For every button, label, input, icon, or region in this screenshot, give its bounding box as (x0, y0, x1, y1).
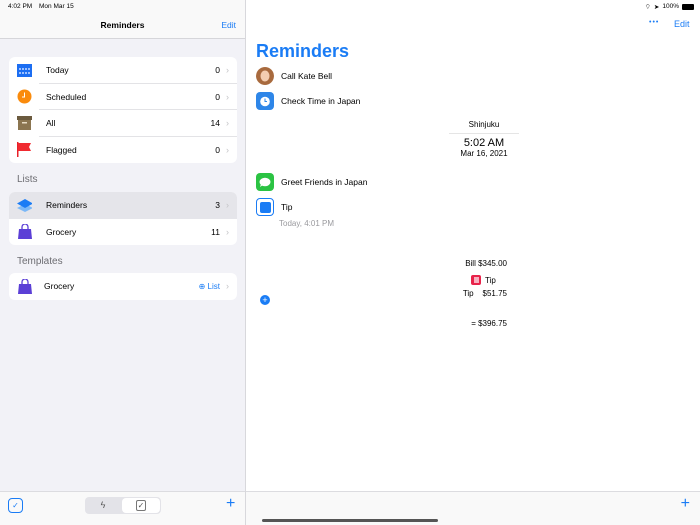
archive-box-icon (17, 116, 32, 131)
reminder-item[interactable]: Call Kate Bell (256, 67, 332, 85)
layers-icon (17, 198, 32, 213)
reminder-title: Greet Friends in Japan (281, 177, 368, 187)
messages-icon (256, 173, 274, 191)
status-indicators: ⌔ ➤ 100% (645, 2, 694, 11)
lists-section-header: Lists (17, 174, 38, 185)
lightning-icon: ϟ (100, 500, 106, 510)
smart-list-label: All (46, 118, 56, 129)
status-date: Mon Mar 15 (39, 3, 74, 10)
list-count: 3 (215, 200, 220, 211)
chevron-right-icon: › (226, 118, 229, 129)
templates-section-header: Templates (17, 256, 63, 267)
add-reminder-plus-button[interactable]: + (681, 495, 690, 513)
main-toolbar: + (246, 491, 700, 525)
calendar-icon (17, 63, 32, 78)
list-grocery[interactable]: Grocery 11 › (9, 219, 237, 246)
sidebar-toolbar: ✓ ϟ ✓ + (0, 491, 245, 525)
templates-card: Grocery ⊕ List › (9, 273, 237, 300)
add-list-button[interactable]: + (226, 495, 235, 513)
sidebar-header: 4:02 PM Mon Mar 15 Reminders Edit (0, 0, 245, 39)
reminder-date: Today, 4:01 PM (279, 219, 334, 228)
shopping-bag-icon (17, 278, 32, 294)
list-label: Grocery (46, 226, 77, 237)
reminder-item[interactable]: Greet Friends in Japan (256, 173, 367, 191)
smart-list-label: Scheduled (46, 91, 87, 102)
list-count: 11 (211, 226, 220, 237)
clock-app-icon (256, 92, 274, 110)
smart-list-scheduled[interactable]: Scheduled 0 › (9, 84, 237, 111)
smart-list-count: 0 (215, 144, 220, 155)
wifi-icon: ⌔ (644, 4, 651, 11)
template-action-label: List (207, 281, 220, 291)
tip-app-link[interactable]: Tip (471, 275, 496, 285)
smart-list-today[interactable]: Today 0 › (9, 57, 237, 84)
smart-list-count: 14 (210, 118, 220, 129)
sidebar-edit-button[interactable]: Edit (221, 20, 236, 30)
sidebar: 4:02 PM Mon Mar 15 Reminders Edit Today … (0, 0, 246, 525)
clock-date: Mar 16, 2021 (460, 149, 508, 158)
list-label: Reminders (46, 200, 88, 211)
tip-total: = $396.75 (471, 319, 507, 328)
chevron-right-icon: › (226, 65, 229, 76)
reminders-app-icon[interactable]: ✓ (8, 498, 23, 513)
more-button[interactable]: ••• (649, 19, 659, 26)
stop-square-icon (256, 198, 274, 216)
reminder-title: Tip (281, 202, 293, 212)
location-icon: ➤ (653, 3, 660, 11)
reminder-item[interactable]: Tip (256, 198, 293, 216)
chevron-right-icon: › (226, 281, 229, 292)
smart-list-label: Today (46, 65, 69, 76)
shopping-bag-icon (17, 224, 32, 240)
chevron-right-icon: › (226, 91, 229, 102)
view-segmented-control: ϟ ✓ (85, 497, 161, 514)
chevron-right-icon: › (226, 226, 229, 237)
status-time: 4:02 PM (8, 3, 33, 10)
world-clock-card: Shinjuku 5:02 AM Mar 16, 2021 (444, 120, 524, 158)
lists-card: Reminders 3 › Grocery 11 › (9, 192, 237, 245)
template-label: Grocery (44, 281, 75, 292)
tip-result-card: Bill $345.00 Tip $51.75 = $396.75 (440, 239, 507, 339)
list-reminders[interactable]: Reminders 3 › (9, 192, 237, 219)
smart-lists-card: Today 0 › Scheduled 0 › All 14 › Flagged… (9, 57, 237, 163)
reminder-item[interactable]: Check Time in Japan (256, 92, 360, 110)
chevron-right-icon: › (226, 200, 229, 211)
sidebar-title: Reminders (100, 20, 145, 30)
tip-app-icon (471, 275, 481, 285)
home-indicator[interactable] (262, 519, 438, 522)
tip-amount: Tip $51.75 (462, 289, 507, 298)
checkmark-square-icon: ✓ (135, 500, 147, 511)
main-edit-button[interactable]: Edit (674, 19, 690, 29)
add-reminder-button[interactable]: + (260, 295, 270, 305)
tip-bill: Bill $345.00 (465, 259, 507, 268)
contact-avatar-icon (256, 67, 274, 85)
list-title: Reminders (256, 41, 350, 61)
use-template-list-button[interactable]: ⊕ List (199, 282, 220, 291)
tip-app-label: Tip (485, 275, 496, 285)
battery-icon (682, 3, 694, 10)
reminder-title: Check Time in Japan (281, 96, 361, 106)
smart-list-all[interactable]: All 14 › (9, 110, 237, 137)
smart-list-count: 0 (215, 65, 220, 76)
clock-icon (17, 89, 32, 104)
shortcuts-segment[interactable]: ϟ (85, 497, 121, 514)
template-grocery[interactable]: Grocery ⊕ List › (9, 273, 237, 300)
chevron-right-icon: › (226, 144, 229, 155)
clock-time: 5:02 AM (463, 137, 505, 149)
smart-list-flagged[interactable]: Flagged 0 › (9, 137, 237, 164)
reminder-title: Call Kate Bell (281, 71, 333, 81)
smart-list-count: 0 (215, 91, 220, 102)
reminders-segment[interactable]: ✓ (122, 498, 160, 513)
plus-circle-icon: ⊕ (198, 281, 208, 291)
smart-list-label: Flagged (46, 144, 77, 155)
clock-city: Shinjuku (449, 120, 519, 134)
battery-percentage: 100% (662, 3, 679, 10)
flag-icon (17, 142, 32, 158)
